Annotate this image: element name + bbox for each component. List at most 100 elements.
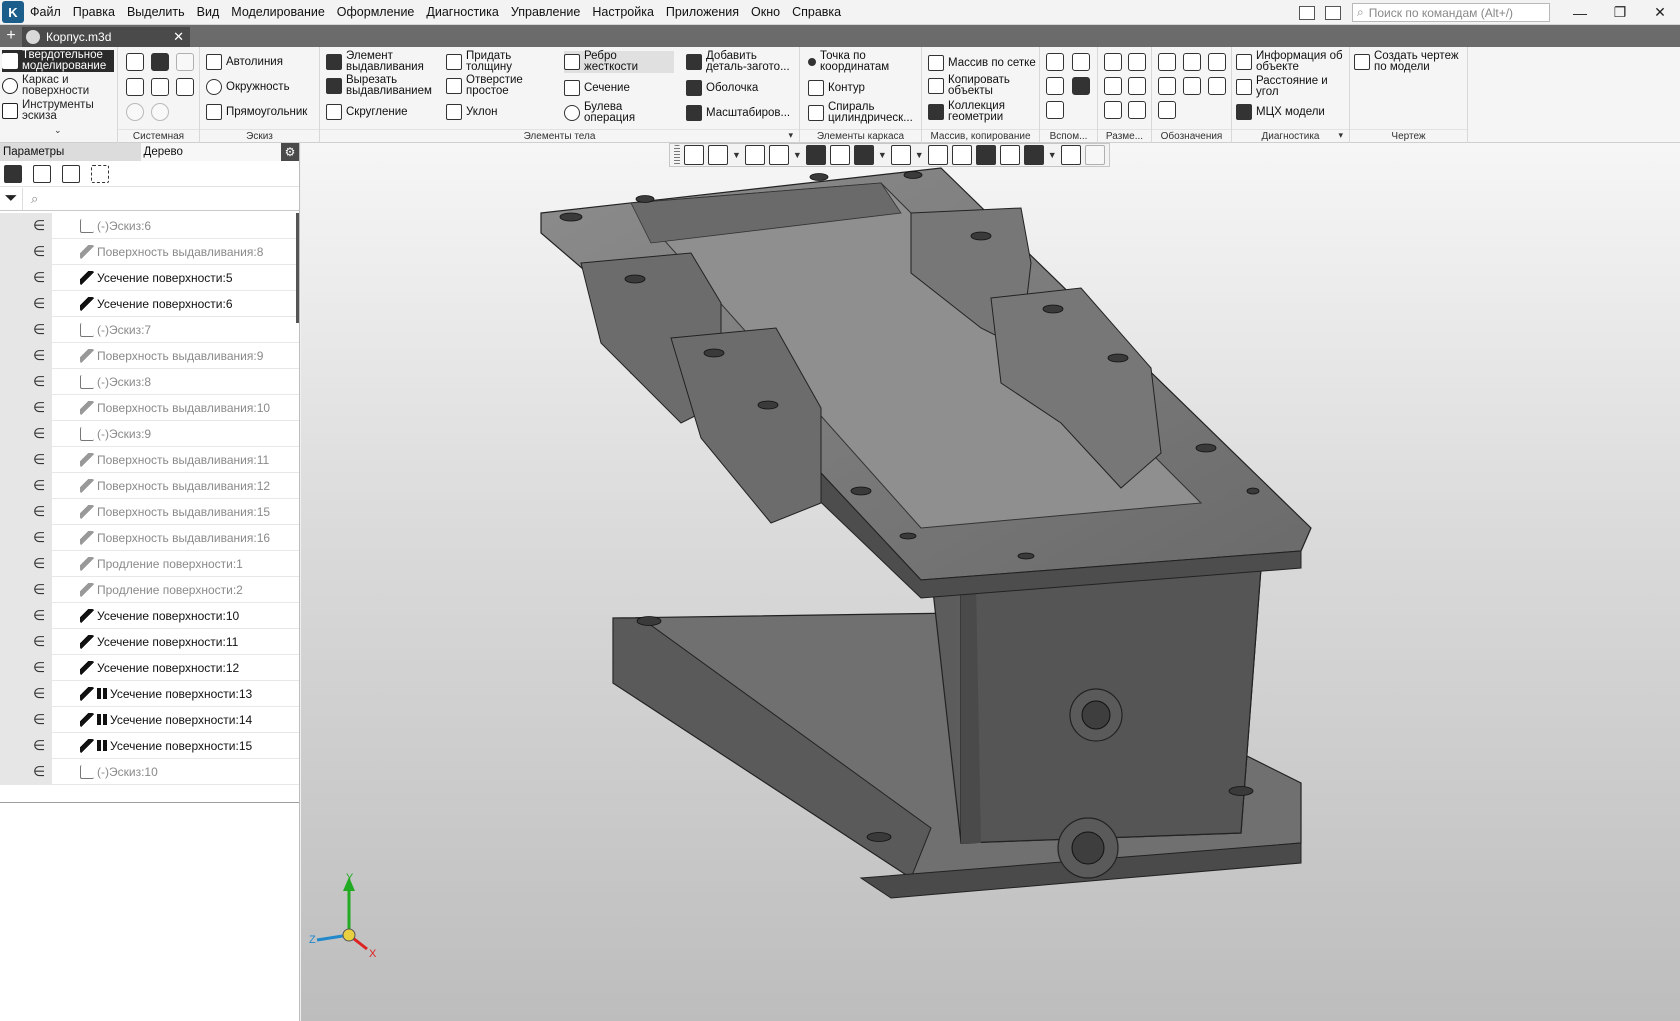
tree-relation-icon[interactable]: ∈: [0, 238, 52, 265]
tree-row[interactable]: ∈ Продление поверхности:1: [0, 550, 299, 577]
toolbar-grip-icon[interactable]: [674, 145, 680, 165]
selection-filter-icon[interactable]: [1023, 145, 1044, 165]
create-drawing-button[interactable]: Создать чертеж по модели: [1354, 50, 1466, 73]
grid-array-button[interactable]: Массив по сетке: [928, 55, 1036, 71]
tree-row[interactable]: ∈ Усечение поверхности:10: [0, 602, 299, 629]
copy-objects-button[interactable]: Копировать объекты: [928, 74, 1018, 97]
scale-button[interactable]: Масштабиров...: [686, 105, 790, 121]
rectangle-button[interactable]: Прямоугольник: [206, 104, 307, 120]
body-group-dropdown-icon[interactable]: ▾: [788, 130, 793, 141]
cylindrical-spiral-button[interactable]: Спираль цилиндрическ...: [808, 101, 918, 124]
menu-edit[interactable]: Правка: [67, 0, 121, 25]
tree-relation-icon[interactable]: ∈: [0, 316, 52, 343]
tree-relation-icon[interactable]: ∈: [0, 680, 52, 707]
dynamic-section-icon[interactable]: [927, 145, 948, 165]
tree-relation-icon[interactable]: ∈: [0, 446, 52, 473]
add-blank-button[interactable]: Добавить деталь-загото...: [686, 50, 800, 73]
menu-view[interactable]: Вид: [191, 0, 226, 25]
mode-sketch-tools[interactable]: Инструменты эскиза: [2, 99, 114, 122]
menu-manage[interactable]: Управление: [505, 0, 587, 25]
measure-icon[interactable]: [999, 145, 1020, 165]
tab-parameters[interactable]: Параметры: [0, 143, 141, 161]
dimension-chain-icon[interactable]: [1128, 101, 1146, 119]
maximize-button[interactable]: ❐: [1600, 4, 1640, 21]
tree-relation-icon[interactable]: ∈: [0, 472, 52, 499]
perspective-icon[interactable]: [975, 145, 996, 165]
menu-select[interactable]: Выделить: [121, 0, 191, 25]
open-folder-icon[interactable]: [151, 53, 169, 71]
new-document-icon[interactable]: [126, 53, 144, 71]
tree-relations-icon[interactable]: [62, 164, 80, 183]
marking-icon[interactable]: [1208, 77, 1226, 95]
fillet-button[interactable]: Скругление: [326, 104, 408, 120]
undo-icon[interactable]: [126, 103, 144, 121]
tree-relation-icon[interactable]: ∈: [0, 654, 52, 681]
tree-row[interactable]: ∈ (-)Эскиз:6: [0, 213, 299, 239]
tree-relation-icon[interactable]: ∈: [0, 576, 52, 603]
orientation-dropdown-icon[interactable]: ▼: [793, 150, 802, 160]
normal-to-icon[interactable]: [744, 145, 765, 165]
tab-tree[interactable]: Дерево: [140, 143, 282, 161]
tree-row[interactable]: ∈ Усечение поверхности:13: [0, 680, 299, 707]
gear-icon[interactable]: ⚙: [281, 143, 299, 161]
geometry-collection-button[interactable]: Коллекция геометрии: [928, 100, 1014, 123]
hide-show-icon[interactable]: [853, 145, 874, 165]
save-icon[interactable]: [176, 53, 194, 71]
radial-dimension-icon[interactable]: [1104, 77, 1122, 95]
autoline-button[interactable]: Автолиния: [206, 54, 283, 70]
tree-filter-view-icon[interactable]: [91, 164, 109, 183]
tree-relation-icon[interactable]: ∈: [0, 420, 52, 447]
tree-row[interactable]: ∈ Поверхность выдавливания:16: [0, 524, 299, 551]
tree-row[interactable]: ∈ Поверхность выдавливания:8: [0, 238, 299, 265]
axis-icon[interactable]: [1072, 53, 1090, 71]
simple-hole-button[interactable]: Отверстие простое: [446, 74, 530, 97]
save-all-icon[interactable]: [176, 78, 194, 96]
tree-row[interactable]: ∈ Продление поверхности:2: [0, 576, 299, 603]
diagnostics-dropdown-icon[interactable]: ▾: [1338, 130, 1343, 141]
tree-row[interactable]: ∈ Усечение поверхности:5: [0, 264, 299, 291]
tree-scrollbar[interactable]: [296, 213, 299, 323]
offset-plane-icon[interactable]: [1046, 77, 1064, 95]
zoom-dropdown-icon[interactable]: ▼: [732, 150, 741, 160]
aux-line-icon[interactable]: [1046, 101, 1064, 119]
tree-row[interactable]: ∈ Усечение поверхности:14: [0, 706, 299, 733]
auto-dimension-icon[interactable]: [1104, 101, 1122, 119]
tree-structure-icon[interactable]: [4, 164, 22, 183]
tree-relation-icon[interactable]: ∈: [0, 524, 52, 551]
mass-properties-button[interactable]: МЦХ модели: [1236, 104, 1325, 120]
roughness-icon[interactable]: [1158, 53, 1176, 71]
layout-icon[interactable]: [1299, 5, 1315, 20]
tree-row[interactable]: ∈ (-)Эскиз:9: [0, 420, 299, 447]
app-logo-icon[interactable]: K: [2, 1, 24, 23]
leader-icon[interactable]: [1158, 77, 1176, 95]
document-tab[interactable]: Корпус.m3d ✕: [22, 27, 190, 47]
print-icon[interactable]: [126, 78, 144, 96]
filter-icon[interactable]: ⏷: [0, 188, 22, 210]
tree-relation-icon[interactable]: ∈: [0, 213, 52, 239]
tree-row[interactable]: ∈ Поверхность выдавливания:15: [0, 498, 299, 525]
shaded-display-icon[interactable]: [805, 145, 826, 165]
rib-button[interactable]: Ребро жесткости: [564, 50, 674, 73]
zoom-icon[interactable]: [708, 145, 728, 165]
linear-dimension-icon[interactable]: [1104, 53, 1122, 71]
section-button[interactable]: Сечение: [564, 80, 630, 96]
tree-row[interactable]: ∈ Усечение поверхности:6: [0, 290, 299, 317]
tree-row[interactable]: ∈ Поверхность выдавливания:9: [0, 342, 299, 369]
tree-relation-icon[interactable]: ∈: [0, 342, 52, 369]
tree-search-input[interactable]: ⌕: [22, 187, 299, 210]
local-cs-icon[interactable]: [1072, 77, 1090, 95]
sketch-view-icon[interactable]: [684, 145, 704, 165]
tree-row[interactable]: ∈ Усечение поверхности:12: [0, 654, 299, 681]
expand-modes-icon[interactable]: ⌄: [54, 125, 62, 136]
cut-extrude-button[interactable]: Вырезать выдавливанием: [326, 74, 438, 97]
draft-button[interactable]: Уклон: [446, 104, 498, 120]
menu-help[interactable]: Справка: [786, 0, 847, 25]
mode-solid-modeling[interactable]: Твердотельное моделирование: [2, 49, 114, 72]
tree-row[interactable]: ∈ Поверхность выдавливания:10: [0, 394, 299, 421]
distance-angle-button[interactable]: Расстояние и угол: [1236, 75, 1336, 98]
extrude-button[interactable]: Элемент выдавливания: [326, 50, 432, 73]
tree-row[interactable]: ∈ Усечение поверхности:11: [0, 628, 299, 655]
menu-diagnostics[interactable]: Диагностика: [420, 0, 504, 25]
tree-row[interactable]: ∈ (-)Эскиз:7: [0, 316, 299, 343]
tree-row[interactable]: ∈ Поверхность выдавливания:11: [0, 446, 299, 473]
